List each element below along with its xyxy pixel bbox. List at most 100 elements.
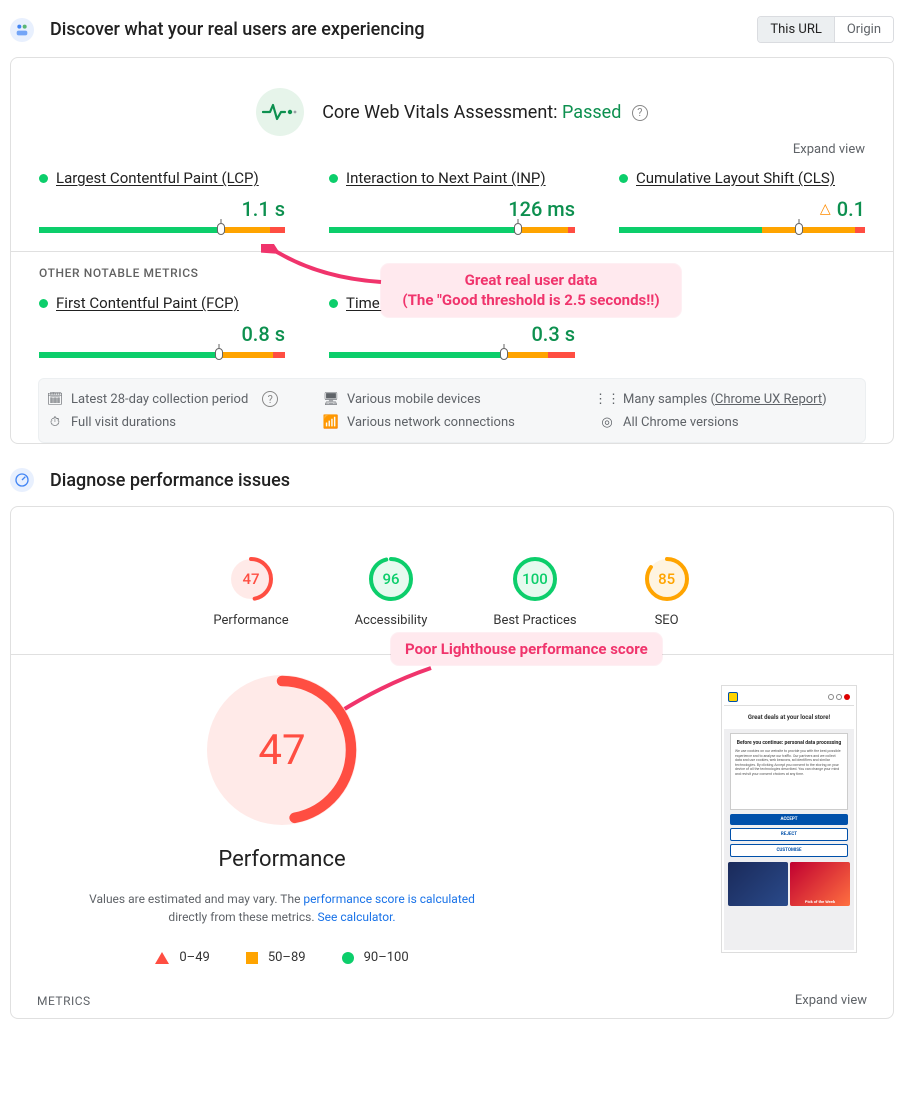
lighthouse-card: 47 Performance 96 Accessibility 100 Best… <box>10 506 894 1019</box>
real-users-icon <box>10 18 34 42</box>
gauge-performance-score: 47 <box>227 555 275 603</box>
info-durations-label: Full visit durations <box>71 415 176 430</box>
metric-inp-name[interactable]: Interaction to Next Paint (INP) <box>346 169 546 187</box>
cwv-assessment-status: Passed <box>562 102 621 123</box>
performance-detail-left: 47 Performance Values are estimated and … <box>47 675 517 965</box>
devices-icon: 🖥 <box>323 392 339 407</box>
metric-lcp-bar <box>39 227 285 233</box>
metrics-heading: METRICS <box>37 994 91 1008</box>
info-durations: ⏱ Full visit durations <box>47 415 305 430</box>
legend-ok: 50–89 <box>246 950 306 965</box>
status-dot-good <box>39 299 48 308</box>
metric-fcp-value: 0.8 s <box>241 322 285 346</box>
performance-description: Values are estimated and may vary. The p… <box>82 890 482 926</box>
core-web-vitals-card: Core Web Vitals Assessment: Passed ? Exp… <box>10 57 894 444</box>
page-screenshot: Great deals at your local store! Before … <box>721 685 857 953</box>
performance-detail-row: 47 Performance Values are estimated and … <box>39 655 865 975</box>
status-dot-good <box>329 174 338 183</box>
status-dot-good <box>39 174 48 183</box>
info-network: 📶 Various network connections <box>323 415 581 430</box>
metric-inp-bar <box>329 227 575 233</box>
info-devices: 🖥 Various mobile devices <box>323 391 581 407</box>
legend-poor: 0–49 <box>155 950 209 965</box>
chrome-icon: ◎ <box>599 415 615 430</box>
metric-fcp-name[interactable]: First Contentful Paint (FCP) <box>56 294 239 312</box>
score-legend: 0–49 50–89 90–100 <box>47 950 517 965</box>
expand-view-link[interactable]: Expand view <box>795 993 867 1008</box>
annotation-line1: Great real user data <box>395 270 667 290</box>
diagnose-section-header: Diagnose performance issues <box>10 468 894 492</box>
gauge-accessibility[interactable]: 96 Accessibility <box>355 555 428 628</box>
annotation-real-user-data: Great real user data (The "Good threshol… <box>381 264 681 317</box>
chrome-ux-report-link[interactable]: Chrome UX Report <box>715 392 822 407</box>
legend-good: 90–100 <box>342 950 409 965</box>
discover-section-header: Discover what your real users are experi… <box>10 16 894 43</box>
metric-cls-name[interactable]: Cumulative Layout Shift (CLS) <box>636 169 835 187</box>
cwv-assessment-row: Core Web Vitals Assessment: Passed ? <box>39 88 865 136</box>
annotation-poor-score-text: Poor Lighthouse performance score <box>405 639 648 659</box>
triangle-icon <box>155 952 169 964</box>
metric-inp: Interaction to Next Paint (INP) 126 ms <box>329 169 575 233</box>
metric-ttfb-value: 0.3 s <box>531 322 575 346</box>
metric-fcp-bar <box>39 352 285 358</box>
gauge-best-practices[interactable]: 100 Best Practices <box>493 555 576 628</box>
cwv-assessment-label: Core Web Vitals Assessment: <box>322 102 562 123</box>
info-devices-label: Various mobile devices <box>347 392 481 407</box>
primary-metrics-grid: Largest Contentful Paint (LCP) 1.1 s Int… <box>39 169 865 233</box>
gauge-seo[interactable]: 85 SEO <box>643 555 691 628</box>
expand-view-link[interactable]: Expand view <box>39 142 865 157</box>
diagnose-title: Diagnose performance issues <box>50 470 290 491</box>
metric-ttfb-bar <box>329 352 575 358</box>
performance-calc-link[interactable]: performance score is calculated <box>303 892 474 906</box>
big-performance-score: 47 <box>207 675 357 825</box>
metric-cls-value: 0.1 <box>837 197 865 221</box>
big-performance-gauge: 47 <box>207 675 357 825</box>
divider <box>11 251 893 252</box>
status-dot-good <box>619 174 628 183</box>
samples-icon: ⋮⋮ <box>599 392 615 407</box>
status-dot-good <box>329 299 338 308</box>
url-origin-toggle[interactable]: This URL Origin <box>757 16 894 43</box>
mock-phone-content: Great deals at your local store! Before … <box>724 688 854 950</box>
info-chrome: ◎ All Chrome versions <box>599 415 857 430</box>
metric-cls-bar <box>619 227 865 233</box>
warning-icon: △ <box>820 201 831 217</box>
square-icon <box>246 952 258 964</box>
metric-lcp-value: 1.1 s <box>241 197 285 221</box>
metric-lcp: Largest Contentful Paint (LCP) 1.1 s <box>39 169 285 233</box>
metric-inp-value: 126 ms <box>508 197 575 221</box>
calendar-icon: 🗓 <box>47 392 63 407</box>
info-network-label: Various network connections <box>347 415 515 430</box>
big-performance-label: Performance <box>47 847 517 872</box>
gauge-accessibility-label: Accessibility <box>355 613 428 628</box>
gauge-accessibility-score: 96 <box>367 555 415 603</box>
info-chrome-label: All Chrome versions <box>623 415 739 430</box>
annotation-poor-score: Poor Lighthouse performance score <box>391 633 662 665</box>
help-icon[interactable]: ? <box>632 105 648 121</box>
collection-info-box: 🗓 Latest 28-day collection period? 🖥 Vario… <box>38 378 866 443</box>
gauge-performance[interactable]: 47 Performance <box>213 555 288 628</box>
metric-fcp: First Contentful Paint (FCP) 0.8 s <box>39 294 285 358</box>
info-period-label: Latest 28-day collection period <box>71 392 248 407</box>
diagnose-icon <box>10 468 34 492</box>
wifi-icon: 📶 <box>323 415 339 430</box>
metrics-footer: METRICS Expand view <box>37 989 867 1008</box>
circle-icon <box>342 952 354 964</box>
gauge-performance-label: Performance <box>213 613 288 628</box>
info-period: 🗓 Latest 28-day collection period? <box>47 391 305 407</box>
info-samples: ⋮⋮Many samples (Chrome UX Report) <box>599 391 857 407</box>
annotation-line2: (The "Good threshold is 2.5 seconds!!) <box>395 290 667 310</box>
toggle-this-url[interactable]: This URL <box>758 17 833 42</box>
toggle-origin[interactable]: Origin <box>834 17 893 42</box>
see-calculator-link[interactable]: See calculator. <box>318 910 396 924</box>
gauge-seo-score: 85 <box>643 555 691 603</box>
help-icon[interactable]: ? <box>262 391 278 407</box>
gauge-seo-label: SEO <box>643 613 691 628</box>
metric-lcp-name[interactable]: Largest Contentful Paint (LCP) <box>56 169 259 187</box>
gauge-bp-score: 100 <box>511 555 559 603</box>
screenshot-column: Great deals at your local store! Before … <box>557 675 857 953</box>
metric-cls: Cumulative Layout Shift (CLS) △ 0.1 <box>619 169 865 233</box>
clock-icon: ⏱ <box>47 415 63 430</box>
cwv-assessment-text: Core Web Vitals Assessment: Passed ? <box>322 102 648 123</box>
gauge-bp-label: Best Practices <box>493 613 576 628</box>
